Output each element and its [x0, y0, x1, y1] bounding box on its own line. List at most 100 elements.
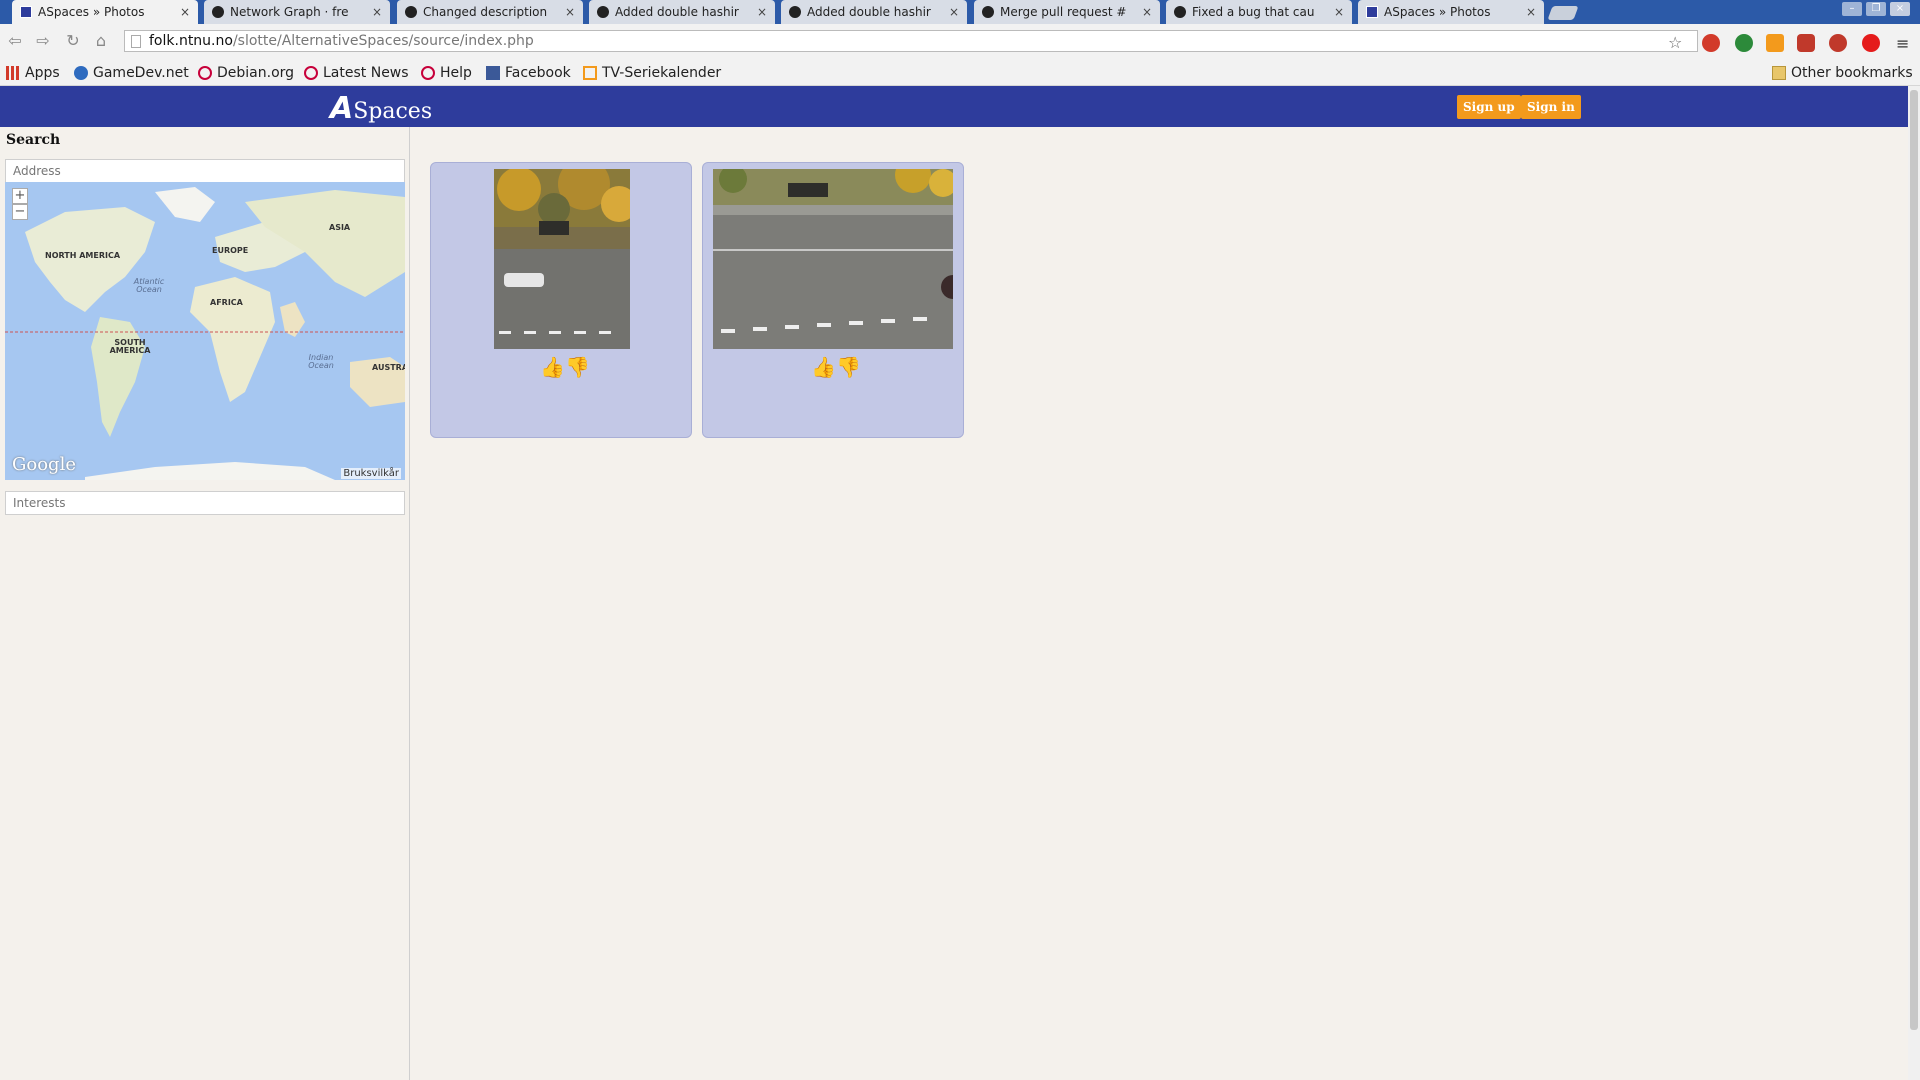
aspaces-favicon-icon — [20, 6, 32, 18]
minimize-icon[interactable]: – — [1842, 2, 1862, 16]
back-icon[interactable]: ⇦ — [6, 32, 24, 50]
photo-image — [494, 169, 630, 349]
photo-card[interactable]: 👍 👎 — [702, 162, 964, 438]
photo-thumbnail[interactable] — [494, 169, 630, 349]
bookmark-star-icon[interactable]: ☆ — [1668, 33, 1682, 52]
photo-card[interactable]: 👍 👎 — [430, 162, 692, 438]
tab-title: Merge pull request # — [1000, 5, 1127, 19]
map-label-indian: Indian Ocean — [308, 353, 334, 370]
home-icon[interactable]: ⌂ — [92, 32, 110, 50]
world-map[interactable]: NORTH AMERICA EUROPE ASIA AFRICA SOUTH A… — [5, 182, 405, 480]
close-icon[interactable]: × — [1334, 5, 1344, 19]
bookmark-help[interactable]: Help — [421, 65, 472, 81]
photo-thumbnail[interactable] — [713, 169, 953, 349]
new-tab-button[interactable] — [1547, 6, 1579, 20]
bookmark-label: Help — [440, 65, 472, 81]
bookmark-label: GameDev.net — [93, 65, 189, 81]
tab-fixed-a-bug[interactable]: Fixed a bug that cau × — [1166, 0, 1352, 24]
tab-title: Fixed a bug that cau — [1192, 5, 1315, 19]
interests-input[interactable] — [5, 491, 405, 515]
close-icon[interactable]: × — [1526, 5, 1536, 19]
site-logo[interactable]: ASpaces — [330, 91, 432, 126]
close-window-icon[interactable]: × — [1890, 2, 1910, 16]
scrollbar-thumb[interactable] — [1910, 90, 1918, 1030]
github-icon — [982, 6, 994, 18]
map-terms-link[interactable]: Bruksvilkår — [341, 468, 401, 479]
tab-merge-pull-request[interactable]: Merge pull request # × — [974, 0, 1160, 24]
bookmarks-bar: Apps GameDev.net Debian.org Latest News … — [0, 58, 1920, 86]
map-label-north-america: NORTH AMERICA — [45, 251, 121, 260]
tab-network-graph[interactable]: Network Graph · fre × — [204, 0, 390, 24]
facebook-icon — [486, 66, 500, 80]
restore-icon[interactable]: ❐ — [1866, 2, 1886, 16]
sign-in-button[interactable]: Sign in — [1521, 95, 1581, 119]
gamedev-icon — [74, 66, 88, 80]
record-icon[interactable] — [1862, 34, 1880, 52]
folder-icon — [1772, 66, 1786, 80]
debian-icon — [304, 66, 318, 80]
thumbs-up-icon[interactable]: 👍 — [540, 355, 565, 379]
extension-green-icon[interactable] — [1735, 34, 1753, 52]
page-scrollbar[interactable] — [1908, 86, 1920, 1080]
github-icon — [597, 6, 609, 18]
bookmark-debian[interactable]: Debian.org — [198, 65, 294, 81]
github-icon — [789, 6, 801, 18]
logo-letter: A — [330, 91, 354, 126]
tab-aspaces-photos[interactable]: ASpaces » Photos × — [12, 0, 198, 24]
url-host: folk.ntnu.no — [149, 33, 233, 49]
bookmark-label: Debian.org — [217, 65, 295, 81]
close-icon[interactable]: × — [1142, 5, 1152, 19]
forward-icon[interactable]: ⇨ — [34, 32, 52, 50]
tab-aspaces-photos-2[interactable]: ASpaces » Photos × — [1358, 0, 1544, 24]
thumbs-down-icon[interactable]: 👎 — [836, 355, 861, 379]
bookmark-facebook[interactable]: Facebook — [486, 65, 571, 81]
tab-title: Added double hashir — [807, 5, 931, 19]
google-logo[interactable]: Google — [12, 454, 76, 475]
photo-image — [713, 169, 953, 349]
bookmark-latest-news[interactable]: Latest News — [304, 65, 409, 81]
github-icon — [212, 6, 224, 18]
tab-title: Network Graph · fre — [230, 5, 349, 19]
map-label-atlantic: Atlantic Ocean — [133, 277, 165, 294]
bookmark-label: Latest News — [323, 65, 409, 81]
tab-added-double-hashing-2[interactable]: Added double hashir × — [781, 0, 967, 24]
rss-icon[interactable] — [1766, 34, 1784, 52]
menu-icon[interactable]: ≡ — [1896, 34, 1909, 53]
map-label-europe: EUROPE — [212, 246, 249, 255]
page-icon — [131, 34, 141, 48]
url-path: /slotte/AlternativeSpaces/source/index.p… — [232, 33, 534, 49]
map-label-australia: AUSTRA — [372, 363, 405, 372]
close-icon[interactable]: × — [949, 5, 959, 19]
debian-icon — [421, 66, 435, 80]
bookmark-gamedev[interactable]: GameDev.net — [74, 65, 189, 81]
address-bar[interactable]: folk.ntnu.no/slotte/AlternativeSpaces/so… — [124, 30, 1698, 52]
address-input[interactable] — [5, 159, 405, 183]
zoom-out-button[interactable]: − — [12, 204, 28, 220]
tab-changed-description[interactable]: Changed description × — [397, 0, 583, 24]
thumbs-down-icon[interactable]: 👎 — [565, 355, 590, 379]
bookmark-tv-seriekalender[interactable]: TV-Seriekalender — [583, 65, 721, 81]
bookmark-label: TV-Seriekalender — [602, 65, 722, 81]
pocket-icon[interactable] — [1797, 34, 1815, 52]
tab-title: ASpaces » Photos — [38, 5, 145, 19]
zoom-in-button[interactable]: + — [12, 188, 28, 204]
tv-icon — [583, 66, 597, 80]
close-icon[interactable]: × — [565, 5, 575, 19]
bookmark-apps[interactable]: Apps — [6, 65, 60, 81]
tab-title: ASpaces » Photos — [1384, 5, 1491, 19]
aspaces-favicon-icon — [1366, 6, 1378, 18]
other-bookmarks-label: Other bookmarks — [1791, 65, 1913, 81]
close-icon[interactable]: × — [180, 5, 190, 19]
tab-added-double-hashing-1[interactable]: Added double hashir × — [589, 0, 775, 24]
adblock-icon[interactable] — [1829, 34, 1847, 52]
sign-up-button[interactable]: Sign up — [1457, 95, 1521, 119]
search-heading: Search — [6, 132, 61, 148]
extension-gear-icon[interactable] — [1702, 34, 1720, 52]
close-icon[interactable]: × — [372, 5, 382, 19]
thumbs-up-icon[interactable]: 👍 — [811, 355, 836, 379]
apps-grid-icon — [6, 66, 20, 80]
tab-strip: ASpaces » Photos × Network Graph · fre ×… — [0, 0, 1920, 24]
close-icon[interactable]: × — [757, 5, 767, 19]
reload-icon[interactable]: ↻ — [64, 32, 82, 50]
other-bookmarks[interactable]: Other bookmarks — [1772, 65, 1913, 81]
